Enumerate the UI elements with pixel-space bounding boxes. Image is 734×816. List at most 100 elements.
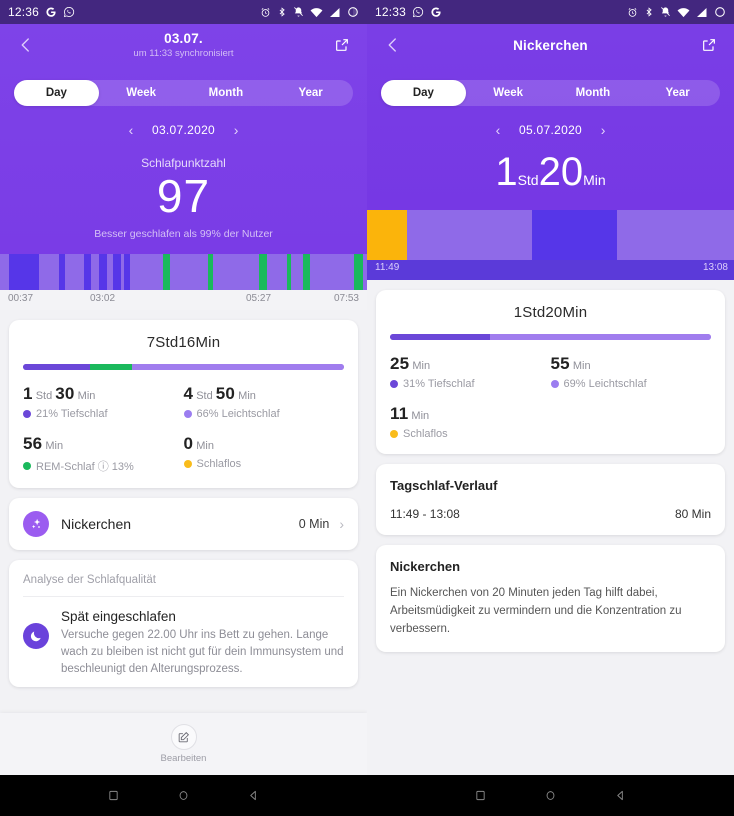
bell-muted-icon	[660, 6, 671, 18]
legend-dot-icon	[390, 380, 398, 388]
right-title-wrap: Nickerchen	[367, 38, 734, 53]
stage-bar-segment	[390, 334, 490, 340]
page-title: 03.07.	[164, 31, 203, 46]
tab-week[interactable]: Week	[99, 80, 184, 106]
hypnogram-segment	[65, 254, 84, 291]
history-value: 80 Min	[674, 507, 711, 521]
stat-number: 55	[550, 354, 570, 373]
right-title-bar: Nickerchen	[367, 24, 734, 66]
battery-icon	[714, 6, 726, 18]
tab-day[interactable]: Day	[14, 80, 99, 106]
tab-day[interactable]: Day	[381, 80, 466, 106]
share-icon[interactable]	[698, 34, 720, 56]
recents-button[interactable]	[474, 789, 488, 803]
back-icon[interactable]	[381, 33, 405, 57]
nap-history-card: Tagschlaf-Verlauf 11:49 - 13:08 80 Min	[376, 464, 725, 535]
stage-bar-segment	[489, 334, 711, 340]
stage-bar-segment	[90, 364, 133, 371]
analysis-item: Spät eingeschlafen Versuche gegen 22.00 …	[23, 609, 344, 677]
stage-bar-segment	[23, 364, 91, 371]
hypnogram-axis: 00:37 03:02 05:27 07:53	[0, 290, 367, 311]
nap-stage-stats: 25 Min 31% Tiefschlaf 55 Min 69% Leichtschl…	[390, 354, 711, 440]
prev-day-button[interactable]: ‹	[491, 122, 505, 138]
left-phone-screen: 12:36 03.07. um 11:33 synchronisiert Day…	[0, 0, 367, 816]
tab-year[interactable]: Year	[268, 80, 353, 106]
hypnogram-bar[interactable]	[0, 254, 367, 291]
tab-month[interactable]: Month	[551, 80, 636, 106]
stat-legend: 69% Leichtschlaf	[550, 378, 712, 390]
chevron-right-icon[interactable]: ›	[339, 516, 344, 532]
stat-number: 11	[390, 404, 409, 423]
legend-label: Schlaflos	[196, 458, 242, 471]
stage-stat: 56 Min REM-Schlaf ⓘ 13%	[23, 434, 184, 474]
back-button[interactable]	[614, 789, 628, 803]
axis-tick-2: 05:27	[246, 293, 272, 305]
stat-number-2: 30	[55, 384, 75, 404]
right-period-tabs[interactable]: Day Week Month Year	[381, 80, 720, 106]
tab-month[interactable]: Month	[184, 80, 269, 106]
home-button[interactable]	[544, 789, 558, 803]
status-bar-right-group-2	[627, 6, 726, 18]
duration-minutes-unit: Min	[583, 172, 606, 188]
legend-dot-icon	[183, 460, 192, 469]
sleep-summary-card: 7Std16Min 1 Std 30 Min 21% Tiefschlaf 4 St…	[9, 320, 358, 489]
tab-year[interactable]: Year	[635, 80, 720, 106]
score-comparison: Besser geschlafen als 99% der Nutzer	[94, 228, 273, 241]
hypnogram-segment	[83, 254, 91, 291]
legend-dot-icon	[550, 380, 559, 388]
recents-button[interactable]	[107, 789, 121, 803]
hypnogram-segment	[130, 254, 164, 291]
android-nav-bar-left[interactable]	[0, 775, 367, 816]
nap-hypnogram-bar[interactable]	[367, 210, 734, 260]
status-bar-right-group	[260, 6, 359, 18]
page-title: Nickerchen	[513, 37, 588, 53]
left-period-tabs[interactable]: Day Week Month Year	[14, 80, 353, 106]
stage-stat: 11 Min Schlaflos	[390, 404, 551, 440]
status-time: 12:36	[8, 5, 40, 19]
sleep-stage-bar	[23, 364, 344, 371]
legend-label: REM-Schlaf ⓘ 13%	[36, 461, 134, 474]
legend-label: 21% Tiefschlaf	[36, 408, 108, 421]
moon-icon	[23, 623, 49, 650]
axis-end-time: 13:08	[702, 262, 728, 273]
stat-value: 4 Std 50 Min	[183, 384, 256, 404]
status-time-2: 12:33	[375, 5, 407, 19]
analysis-item-title: Spät eingeschlafen	[61, 609, 176, 625]
stat-legend: 21% Tiefschlaf	[23, 408, 184, 420]
share-icon[interactable]	[331, 34, 353, 56]
nap-hypnogram-axis: 11:49 13:08	[367, 260, 734, 280]
edit-bar[interactable]: Bearbeiten	[0, 713, 367, 775]
hypnogram-segment	[169, 254, 209, 291]
stat-value: 56 Min	[23, 434, 64, 454]
next-day-button[interactable]: ›	[229, 122, 243, 138]
hypnogram-segment	[309, 254, 354, 291]
stat-value: 1 Std 30 Min	[23, 384, 96, 404]
hypnogram-segment	[163, 254, 170, 291]
nap-summary-card: 1Std20Min 25 Min 31% Tiefschlaf 55 Min 69% …	[376, 290, 725, 454]
android-nav-bar-right[interactable]	[367, 775, 734, 816]
back-icon[interactable]	[14, 33, 38, 57]
nap-stage-bar	[390, 334, 711, 340]
dual-screenshot: 12:36 03.07. um 11:33 synchronisiert Day…	[0, 0, 734, 816]
history-range: 11:49 - 13:08	[390, 507, 460, 521]
hypnogram-segment	[353, 254, 364, 291]
google-icon	[45, 6, 57, 18]
prev-day-button[interactable]: ‹	[124, 122, 138, 138]
nap-row-card[interactable]: Nickerchen 0 Min ›	[9, 498, 358, 551]
stat-value: 25 Min	[390, 354, 431, 373]
legend-label: Schlaflos	[403, 428, 448, 440]
wifi-icon	[310, 7, 323, 18]
stat-number: 1	[23, 384, 33, 404]
stat-value: 11 Min	[390, 404, 430, 423]
back-button[interactable]	[247, 789, 261, 803]
edit-icon[interactable]	[170, 724, 197, 750]
stat-number: 25	[390, 354, 410, 373]
analysis-item-body: Versuche gegen 22.00 Uhr ins Bett zu geh…	[61, 629, 344, 675]
home-button[interactable]	[177, 789, 191, 803]
nap-row-value: 0 Min	[298, 517, 330, 532]
current-date: 03.07.2020	[151, 123, 216, 137]
google-icon	[430, 6, 442, 18]
next-day-button[interactable]: ›	[596, 122, 610, 138]
tab-week[interactable]: Week	[466, 80, 551, 106]
analysis-heading: Analyse der Schlafqualität	[23, 574, 344, 598]
